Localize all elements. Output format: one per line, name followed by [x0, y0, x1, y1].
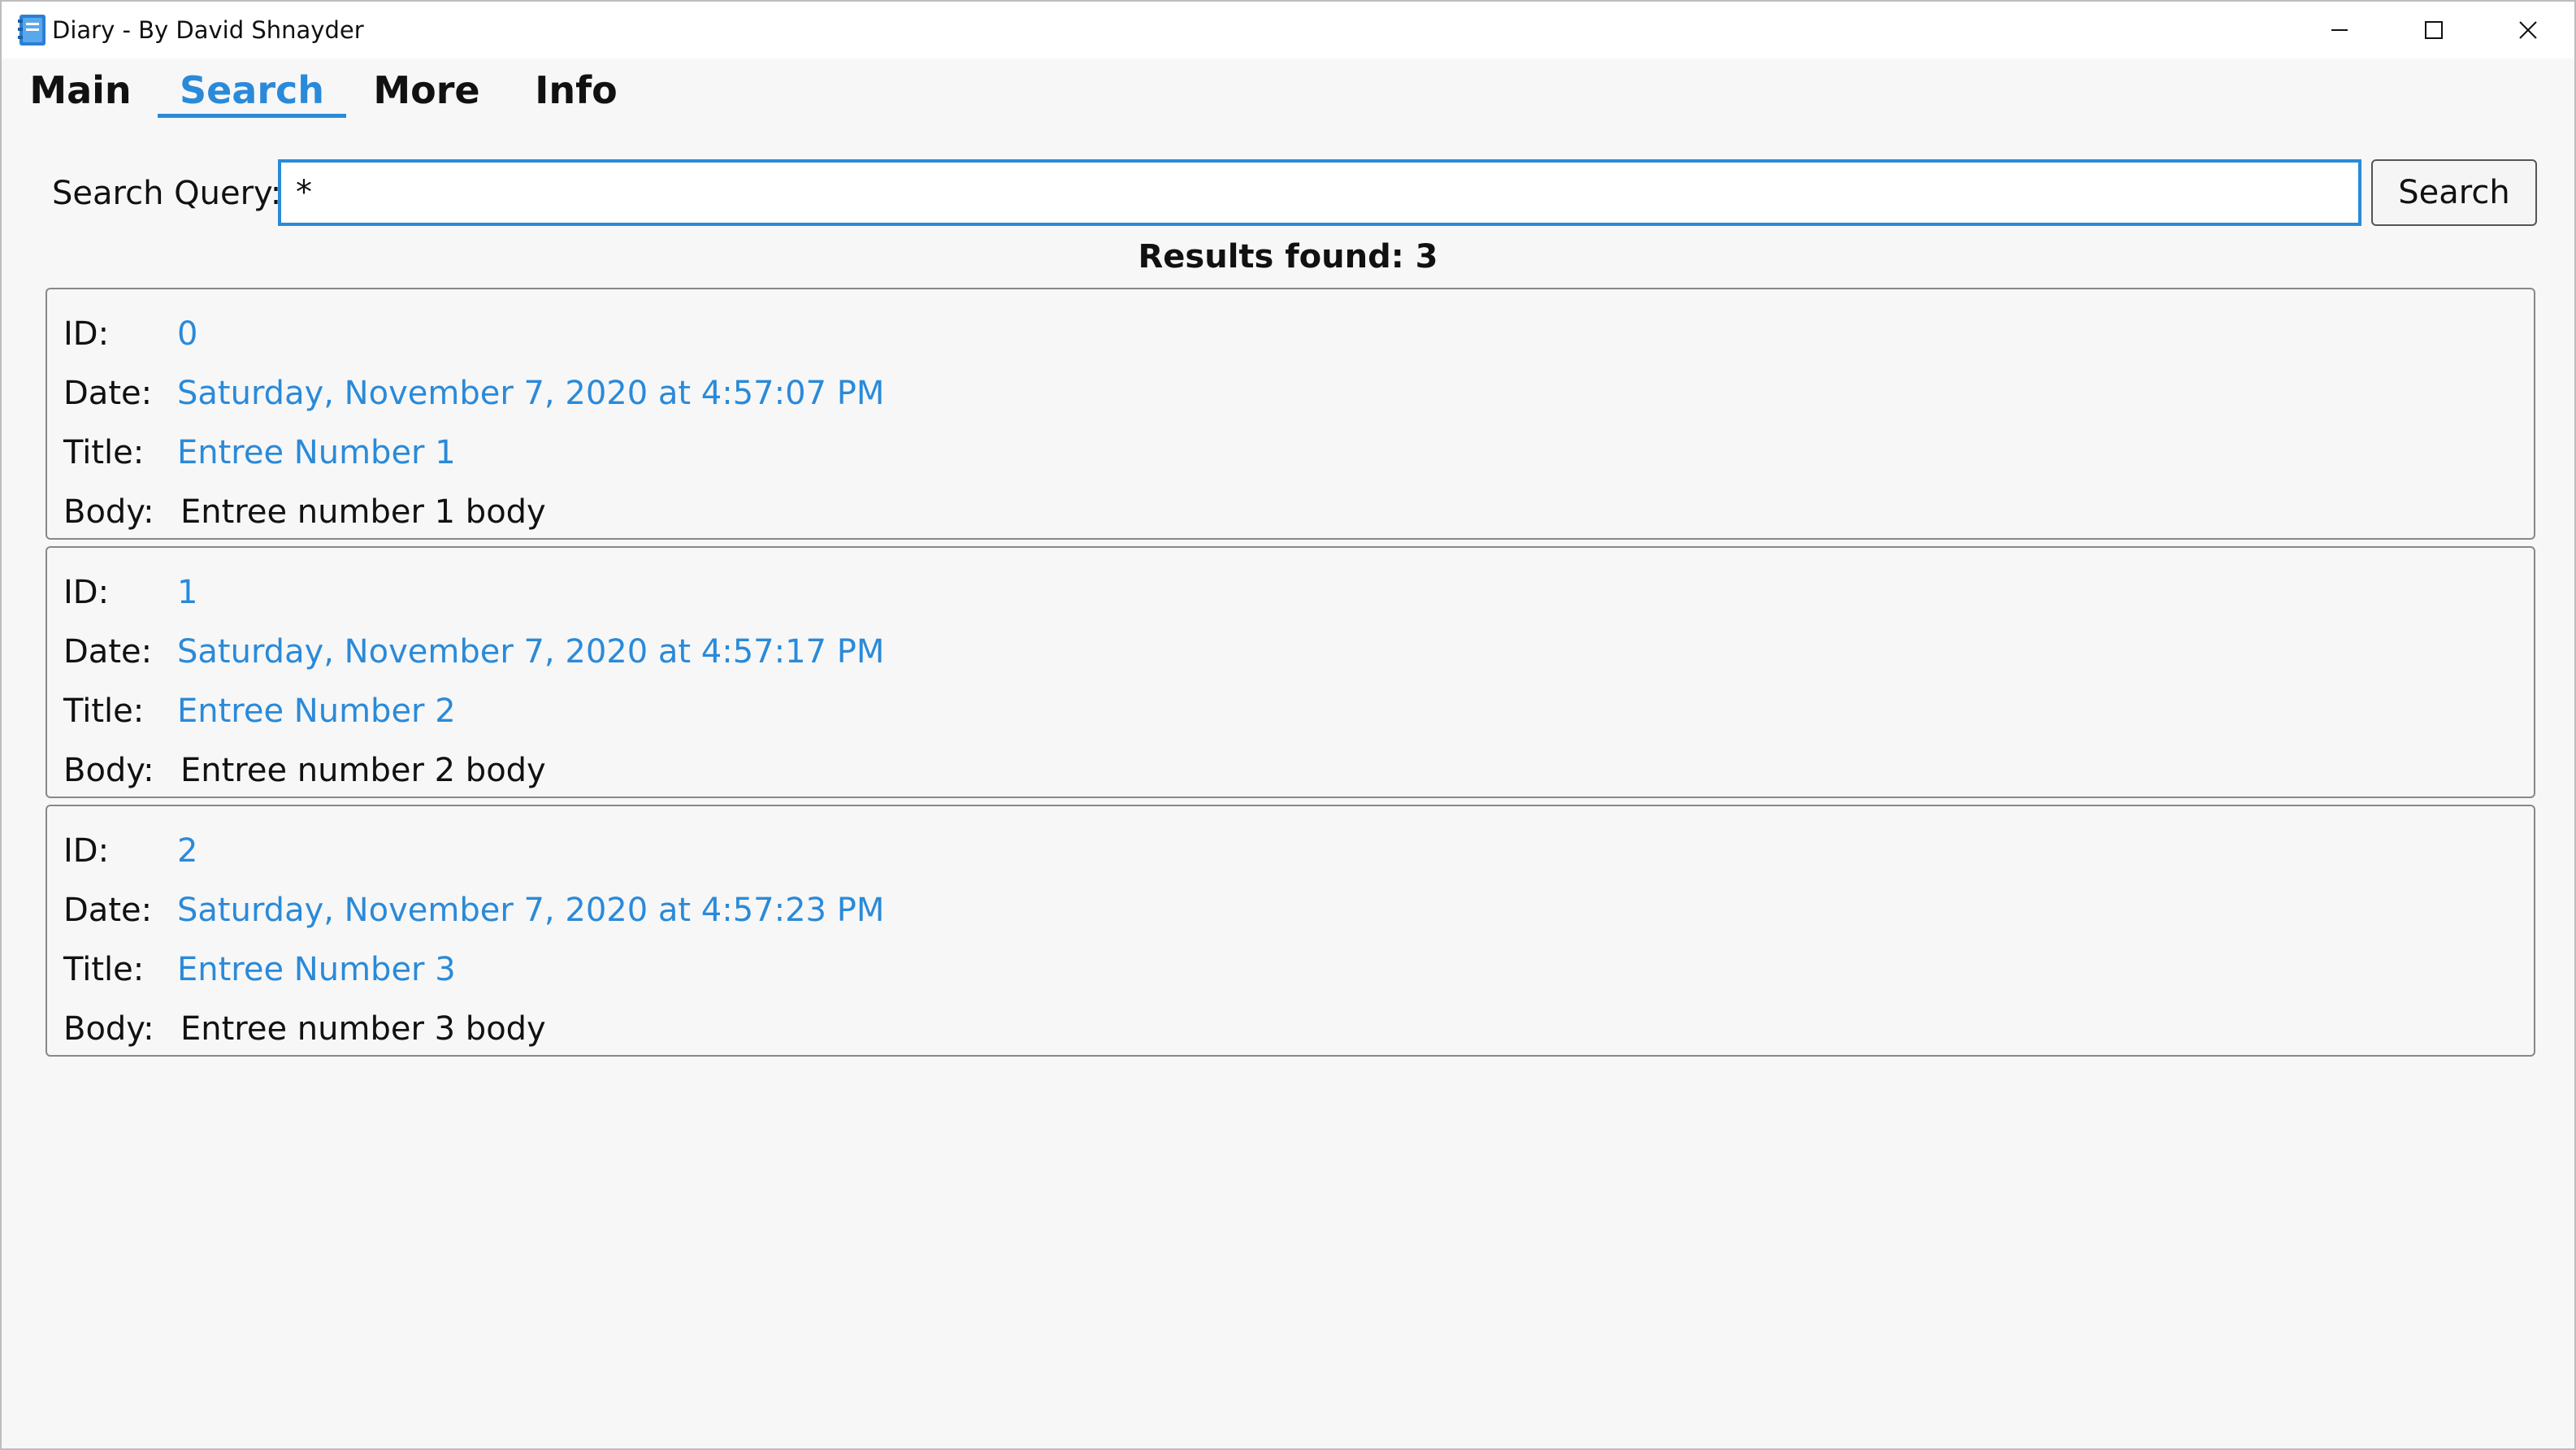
tab-search[interactable]: Search — [158, 65, 346, 115]
title-label: Title: — [63, 692, 145, 730]
result-card: ID: 2 Date: Saturday, November 7, 2020 a… — [46, 805, 2535, 1057]
title-bar: Diary - By David Shnayder — [2, 2, 2574, 59]
date-label: Date: — [63, 891, 153, 929]
id-label: ID: — [63, 315, 110, 353]
tab-info[interactable]: Info — [522, 65, 631, 115]
id-label: ID: — [63, 573, 110, 611]
result-date-row: Date: Saturday, November 7, 2020 at 4:57… — [47, 880, 2534, 940]
title-label: Title: — [63, 433, 145, 471]
tab-more[interactable]: More — [366, 65, 488, 115]
diary-book-icon — [16, 13, 49, 47]
close-button[interactable] — [2482, 2, 2574, 59]
result-title-value: Entree Number 3 — [177, 950, 456, 988]
result-date-row: Date: Saturday, November 7, 2020 at 4:57… — [47, 622, 2534, 681]
result-body-row: Body: Entree number 3 body — [47, 999, 2534, 1058]
result-body-row: Body: Entree number 2 body — [47, 740, 2534, 800]
results-count: Results found: 3 — [1138, 238, 1438, 276]
search-button[interactable]: Search — [2371, 159, 2537, 226]
active-tab-indicator — [158, 114, 346, 118]
result-date-value: Saturday, November 7, 2020 at 4:57:23 PM — [177, 891, 885, 929]
search-input[interactable] — [278, 159, 2361, 226]
result-date-row: Date: Saturday, November 7, 2020 at 4:57… — [47, 363, 2534, 423]
body-label: Body: — [63, 751, 154, 789]
date-label: Date: — [63, 374, 153, 412]
result-title-value: Entree Number 1 — [177, 433, 456, 471]
search-query-label: Search Query: — [52, 175, 282, 212]
result-id-row: ID: 2 — [47, 821, 2534, 880]
result-title-row: Title: Entree Number 1 — [47, 423, 2534, 482]
date-label: Date: — [63, 632, 153, 671]
minimize-icon — [2331, 29, 2348, 31]
id-label: ID: — [63, 831, 110, 870]
minimize-button[interactable] — [2293, 2, 2386, 59]
body-label: Body: — [63, 1009, 154, 1048]
result-body-row: Body: Entree number 1 body — [47, 482, 2534, 541]
result-card: ID: 1 Date: Saturday, November 7, 2020 a… — [46, 546, 2535, 798]
result-id-value: 1 — [177, 573, 198, 611]
window-title: Diary - By David Shnayder — [52, 16, 364, 44]
results-list: ID: 0 Date: Saturday, November 7, 2020 a… — [46, 288, 2535, 1063]
tab-main[interactable]: Main — [26, 65, 135, 115]
result-id-value: 2 — [177, 831, 198, 870]
app-window: Diary - By David Shnayder Main Search Mo… — [0, 0, 2576, 1450]
result-title-value: Entree Number 2 — [177, 692, 456, 730]
result-date-value: Saturday, November 7, 2020 at 4:57:17 PM — [177, 632, 885, 671]
maximize-icon — [2425, 21, 2443, 39]
result-title-row: Title: Entree Number 3 — [47, 940, 2534, 999]
maximize-button[interactable] — [2387, 2, 2480, 59]
result-id-row: ID: 0 — [47, 304, 2534, 363]
result-body-value: Entree number 1 body — [180, 493, 546, 531]
result-id-value: 0 — [177, 315, 198, 353]
result-id-row: ID: 1 — [47, 562, 2534, 622]
body-label: Body: — [63, 493, 154, 531]
result-body-value: Entree number 3 body — [180, 1009, 546, 1048]
result-body-value: Entree number 2 body — [180, 751, 546, 789]
result-title-row: Title: Entree Number 2 — [47, 681, 2534, 740]
title-label: Title: — [63, 950, 145, 988]
result-card: ID: 0 Date: Saturday, November 7, 2020 a… — [46, 288, 2535, 540]
result-date-value: Saturday, November 7, 2020 at 4:57:07 PM — [177, 374, 885, 412]
close-icon — [2519, 21, 2537, 39]
